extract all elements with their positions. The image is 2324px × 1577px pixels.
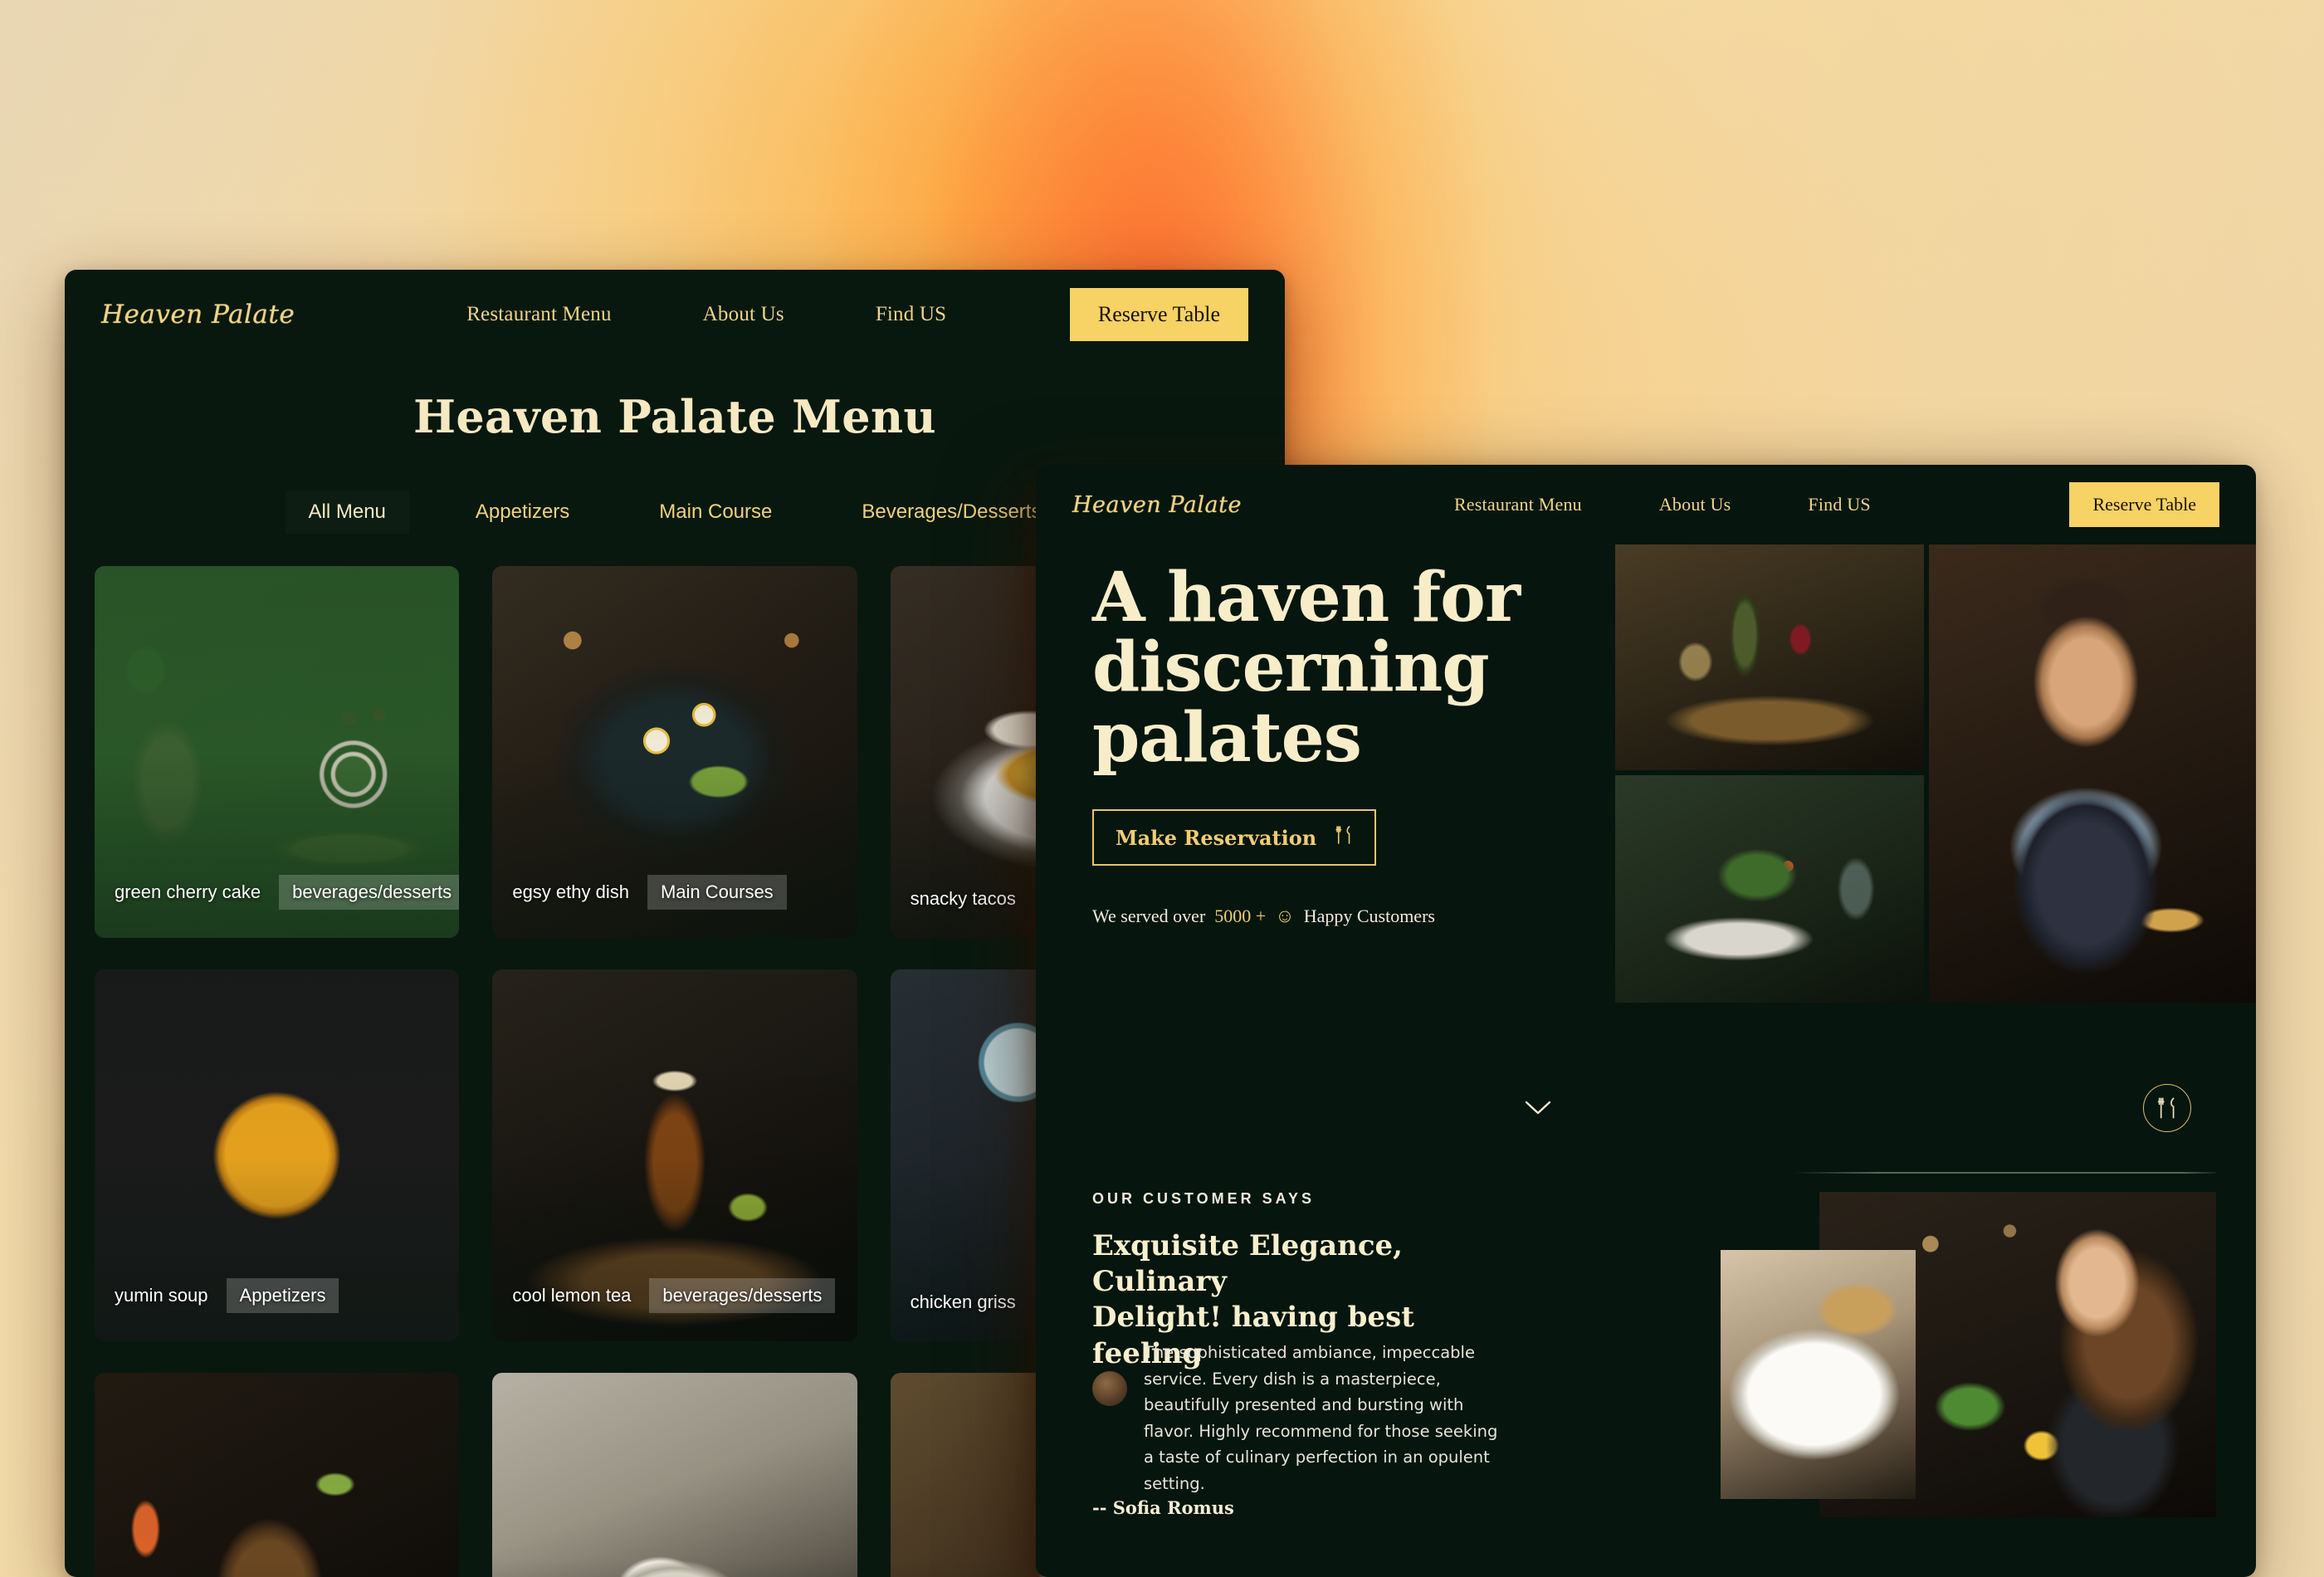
hero-photo-dining-room: [1615, 775, 1924, 1003]
hero-title-line-3: palates: [1092, 697, 1362, 778]
avatar: [1092, 1371, 1127, 1406]
filter-tab-main-course[interactable]: Main Course: [636, 491, 795, 534]
menu-card[interactable]: egsy ethy dish Main Courses: [492, 566, 857, 938]
testimonial-kicker: OUR CUSTOMER SAYS: [1092, 1190, 1316, 1207]
brand-logo[interactable]: Heaven Palate: [101, 300, 295, 330]
hero-title-line-1: A haven for: [1092, 558, 1521, 637]
testimonial-section: OUR CUSTOMER SAYS Exquisite Elegance, Cu…: [1036, 1174, 2256, 1564]
hero-photo-waiter: [1929, 544, 2256, 1003]
hero-photo-wine-table: [1615, 544, 1924, 770]
card-label-row: egsy ethy dish Main Courses: [492, 875, 857, 910]
dish-name: chicken griss: [910, 1291, 1016, 1312]
card-label-row: cool lemon tea beverages/desserts: [492, 1278, 857, 1313]
page-title: Heaven Palate Menu: [413, 390, 936, 443]
nav-item-about-us[interactable]: About Us: [1659, 494, 1731, 515]
reserve-table-button[interactable]: Reserve Table: [2069, 482, 2219, 527]
dish-category-tag: beverages/desserts: [279, 875, 460, 910]
served-suffix: Happy Customers: [1303, 906, 1435, 927]
menu-card[interactable]: [492, 1373, 857, 1577]
menu-navbar: Heaven Palate Restaurant Menu About Us F…: [65, 270, 1285, 359]
served-count: 5000 +: [1214, 906, 1267, 927]
nav-item-restaurant-menu[interactable]: Restaurant Menu: [1454, 494, 1582, 515]
brand-logo[interactable]: Heaven Palate: [1072, 492, 1242, 518]
menu-nav-links: Restaurant Menu About Us Find US: [466, 303, 946, 326]
hero-title: A haven for discerning palates: [1092, 558, 1590, 778]
fork-knife-badge-icon[interactable]: [2143, 1084, 2191, 1132]
smiley-icon: ☺: [1275, 906, 1295, 927]
fork-knife-icon: [1335, 825, 1353, 850]
dish-name: egsy ethy dish: [512, 881, 629, 902]
dish-photo-meat-dish: [95, 1373, 460, 1577]
menu-card[interactable]: green cherry cake beverages/desserts: [95, 566, 460, 938]
testimonial-quote-block: The sophisticated ambiance, impeccable s…: [1092, 1340, 1499, 1496]
hero-title-line-2: discerning: [1092, 627, 1490, 708]
testimonial-author: -- Sofia Romus: [1092, 1497, 1234, 1518]
dish-name: yumin soup: [115, 1285, 208, 1306]
dish-name: snacky tacos: [910, 888, 1016, 909]
dish-category-tag: Appetizers: [226, 1278, 339, 1313]
testimonial-headline-line-1: Exquisite Elegance, Culinary: [1092, 1229, 1403, 1299]
hero-section: A haven for discerning palates Make Rese…: [1036, 544, 2256, 1084]
menu-card[interactable]: yumin soup Appetizers: [95, 969, 460, 1341]
nav-item-find-us[interactable]: Find US: [876, 303, 946, 326]
dish-category-tag: Main Courses: [647, 875, 787, 910]
hero-copy: A haven for discerning palates Make Rese…: [1092, 563, 1590, 927]
testimonial-body: The sophisticated ambiance, impeccable s…: [1144, 1343, 1498, 1493]
filter-tab-beverages-desserts[interactable]: Beverages/Desserts: [838, 491, 1064, 534]
card-label-row: yumin soup Appetizers: [95, 1278, 459, 1313]
menu-card[interactable]: [95, 1373, 460, 1577]
hero-footer-bar: [1036, 1084, 2256, 1174]
make-reservation-button[interactable]: Make Reservation: [1092, 809, 1377, 867]
reserve-table-button[interactable]: Reserve Table: [1069, 288, 1248, 341]
dish-photo-shrimp-rice: [492, 1373, 857, 1577]
make-reservation-label: Make Reservation: [1116, 825, 1317, 850]
dish-name: cool lemon tea: [512, 1285, 632, 1306]
card-label-row: green cherry cake beverages/desserts: [95, 875, 460, 910]
home-navbar: Heaven Palate Restaurant Menu About Us F…: [1036, 465, 2256, 544]
served-prefix: We served over: [1092, 906, 1206, 927]
dish-category-tag: beverages/desserts: [649, 1278, 836, 1313]
served-customers-line: We served over 5000 + ☺ Happy Customers: [1092, 906, 1590, 927]
filter-tab-all-menu[interactable]: All Menu: [285, 491, 409, 534]
chevron-down-icon[interactable]: [1520, 1096, 1556, 1119]
home-page-window: Heaven Palate Restaurant Menu About Us F…: [1036, 465, 2256, 1577]
testimonial-photo-salad: [1721, 1250, 1916, 1499]
nav-item-find-us[interactable]: Find US: [1808, 494, 1870, 515]
filter-tab-appetizers[interactable]: Appetizers: [452, 491, 593, 534]
nav-item-about-us[interactable]: About Us: [703, 303, 784, 326]
dish-name: green cherry cake: [115, 881, 261, 902]
home-nav-links: Restaurant Menu About Us Find US: [1454, 494, 1871, 515]
hero-image-collage: [1615, 544, 2256, 1003]
nav-item-restaurant-menu[interactable]: Restaurant Menu: [466, 303, 611, 326]
menu-card[interactable]: cool lemon tea beverages/desserts: [492, 969, 857, 1341]
